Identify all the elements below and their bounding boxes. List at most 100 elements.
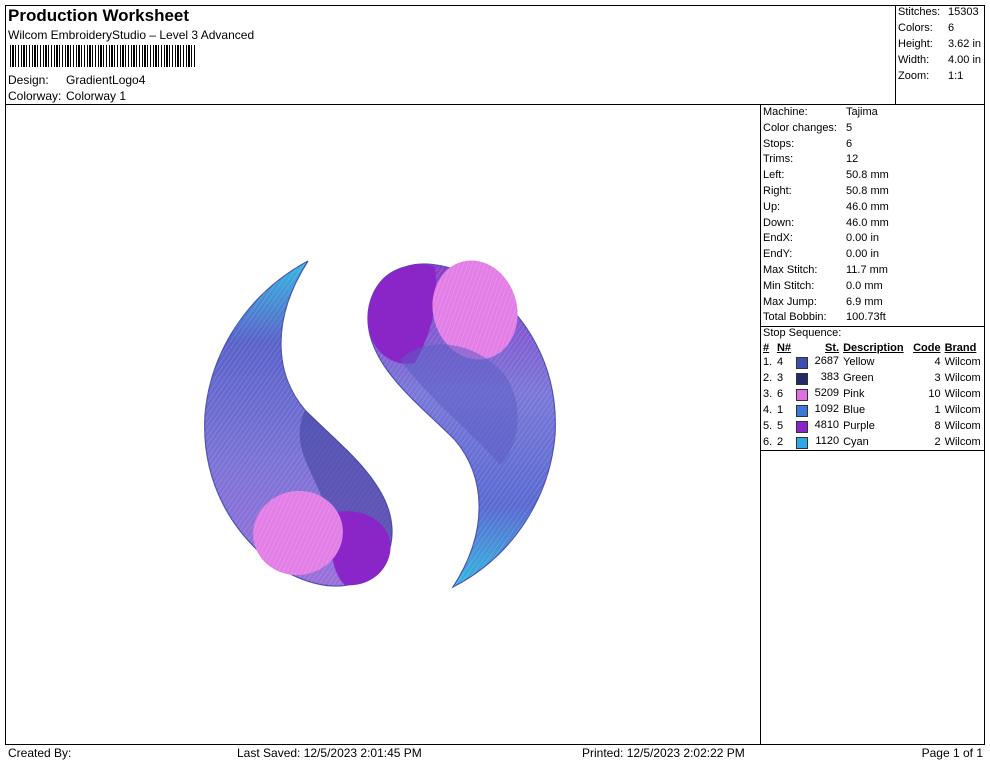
stop-brand: Wilcom (944, 372, 981, 384)
stop-row: 4. 1 1092 Blue 1 Wilcom (761, 402, 985, 418)
stop-needle: 3 (776, 372, 784, 384)
stop-stitch-count: 5209 (814, 387, 840, 399)
details-panel: Machine: Tajima Color changes: 5 Stops: 6 Trim… (760, 106, 985, 330)
stop-code: 8 (934, 420, 941, 432)
zoom-label: Zoom: (898, 70, 930, 82)
width-value: 4.00 in (948, 54, 982, 66)
stop-brand: Wilcom (944, 420, 981, 432)
detail-label: Total Bobbin: (763, 311, 827, 324)
stop-code: 1 (934, 404, 941, 416)
footer: Created By: Last Saved: 12/5/2023 2:01:4… (5, 744, 985, 761)
stop-stitch-count: 4810 (814, 419, 840, 431)
detail-label: Machine: (763, 106, 808, 118)
stop-stitches: 5209 (794, 386, 841, 402)
stop-stitches: 1092 (794, 402, 841, 418)
color-swatch (796, 437, 809, 449)
last-saved: Last Saved: 12/5/2023 2:01:45 PM (237, 746, 422, 760)
stop-num: 1. (763, 356, 773, 368)
stop-row: 3. 6 5209 Pink 10 Wilcom (761, 386, 985, 402)
stop-code: 3 (934, 372, 941, 384)
stop-row: 6. 2 1120 Cyan 2 Wilcom (761, 434, 985, 450)
detail-row: Color changes: 5 (760, 122, 985, 138)
stop-needle: 1 (776, 404, 784, 416)
design-value: GradientLogo4 (66, 73, 146, 87)
embroidery-design-preview (204, 260, 556, 589)
page-title: Production Worksheet (8, 6, 190, 25)
detail-label: Max Stitch: (763, 264, 818, 276)
stop-stitches: 383 (794, 370, 841, 386)
col-num: # (763, 342, 770, 354)
detail-label: Min Stitch: (763, 279, 815, 292)
detail-value: 50.8 mm (846, 185, 889, 197)
stop-num: 5. (763, 420, 773, 432)
printed: Printed: 12/5/2023 2:02:22 PM (582, 746, 745, 760)
col-st: St. (825, 342, 840, 354)
color-swatch (796, 389, 809, 401)
col-desc: Description (843, 342, 904, 354)
stop-description: Purple (843, 420, 875, 432)
detail-value: 6 (846, 137, 853, 150)
detail-row: EndX: 0.00 in (760, 232, 985, 248)
stop-sequence-title: Stop Sequence: (763, 327, 842, 339)
color-swatch (796, 357, 809, 369)
detail-value: 0.00 in (846, 232, 880, 245)
detail-value: Tajima (846, 106, 878, 118)
stop-stitches: 4810 (794, 418, 841, 434)
stop-description: Cyan (843, 436, 869, 448)
detail-value: 6.9 mm (846, 295, 883, 308)
stop-needle: 2 (776, 436, 784, 448)
stop-stitch-count: 2687 (814, 355, 840, 367)
detail-label: EndY: (763, 248, 793, 261)
detail-value: 100.73ft (846, 311, 886, 324)
created-by: Created By: (8, 746, 72, 760)
stop-code: 10 (928, 388, 941, 400)
color-swatch (796, 405, 809, 417)
detail-row: Max Jump: 6.9 mm (760, 296, 985, 312)
stop-stitch-count: 1092 (814, 403, 840, 415)
detail-label: EndX: (763, 232, 793, 245)
stop-brand: Wilcom (944, 436, 981, 448)
detail-row: Max Stitch: 11.7 mm (760, 264, 985, 280)
stop-row: 1. 4 2687 Yellow 4 Wilcom (761, 354, 985, 370)
height-value: 3.62 in (948, 38, 982, 50)
stop-brand: Wilcom (944, 404, 981, 416)
detail-value: 11.7 mm (846, 264, 888, 276)
stop-num: 6. (763, 436, 773, 448)
left-swirl (204, 260, 393, 587)
color-swatch (796, 421, 809, 433)
detail-row: Down: 46.0 mm (760, 217, 985, 233)
detail-label: Up: (763, 200, 781, 213)
stop-stitches: 1120 (794, 434, 841, 450)
stop-stitch-count: 383 (820, 371, 840, 383)
detail-row: Min Stitch: 0.0 mm (760, 280, 985, 296)
detail-value: 0.0 mm (846, 279, 883, 292)
col-brand: Brand (944, 342, 977, 354)
stitches-value: 15303 (948, 6, 979, 18)
zoom-value: 1:1 (948, 70, 964, 82)
stop-num: 2. (763, 372, 773, 384)
detail-label: Left: (763, 169, 785, 182)
detail-label: Stops: (763, 137, 795, 150)
detail-value: 46.0 mm (846, 200, 889, 213)
colorway-label: Colorway: (8, 89, 62, 103)
detail-value: 12 (846, 153, 859, 166)
stop-num: 4. (763, 404, 773, 416)
colorway-value: Colorway 1 (66, 89, 127, 103)
color-swatch (796, 373, 809, 385)
stop-row: 5. 5 4810 Purple 8 Wilcom (761, 418, 985, 434)
detail-label: Right: (763, 185, 792, 197)
width-label: Width: (898, 54, 930, 66)
stop-description: Yellow (843, 356, 875, 368)
detail-row: Up: 46.0 mm (760, 201, 985, 217)
col-code: Code (913, 342, 941, 354)
height-label: Height: (898, 38, 933, 50)
page-number: Page 1 of 1 (921, 746, 983, 760)
colors-label: Colors: (898, 22, 933, 34)
detail-label: Trims: (763, 153, 794, 166)
detail-value: 46.0 mm (846, 216, 889, 229)
stop-description: Green (843, 372, 874, 384)
stop-brand: Wilcom (944, 356, 981, 368)
stop-stitch-count: 1120 (815, 435, 840, 447)
stop-needle: 5 (776, 420, 784, 432)
stop-row: 2. 3 383 Green 3 Wilcom (761, 370, 985, 386)
